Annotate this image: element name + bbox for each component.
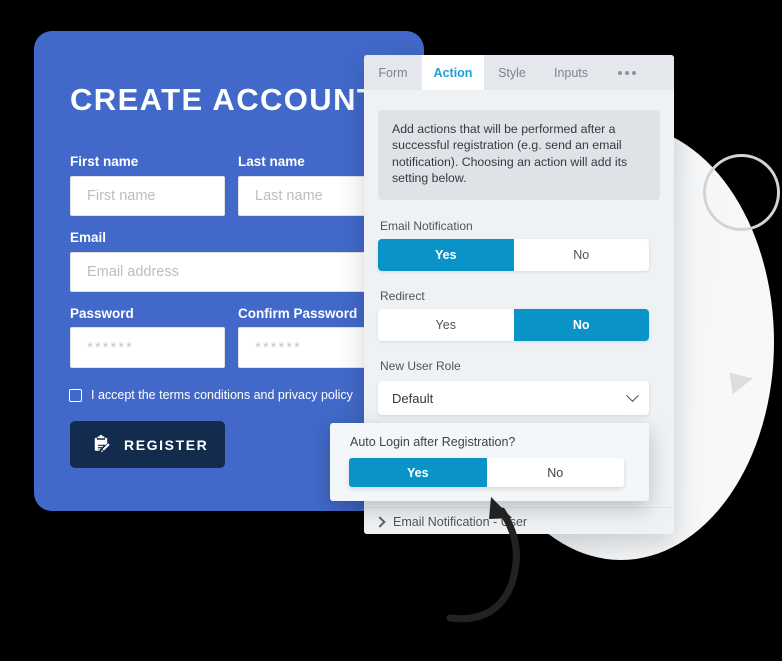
redirect-yes[interactable]: Yes: [378, 309, 514, 341]
email-input[interactable]: Email address: [70, 252, 393, 292]
auto-login-title: Auto Login after Registration?: [350, 435, 516, 449]
tab-style[interactable]: Style: [484, 55, 540, 90]
new-user-role-label: New User Role: [380, 359, 461, 373]
panel-tabbar: Form Action Style Inputs: [364, 55, 674, 90]
ellipsis-icon: [618, 70, 636, 75]
password-input[interactable]: ******: [70, 327, 225, 368]
screenshot-stage: CREATE ACCOUNT First name First name Las…: [0, 0, 782, 661]
register-button[interactable]: REGISTER: [70, 421, 225, 468]
page-title: CREATE ACCOUNT: [70, 82, 378, 117]
chevron-down-icon: [626, 388, 639, 402]
redirect-toggle[interactable]: Yes No: [378, 309, 649, 341]
auto-login-toggle[interactable]: Yes No: [349, 458, 624, 487]
auto-login-yes[interactable]: Yes: [349, 458, 487, 487]
email-notification-label: Email Notification: [380, 219, 473, 233]
panel-overflow-button[interactable]: [602, 55, 652, 90]
email-notification-no[interactable]: No: [514, 239, 650, 271]
checkbox-unchecked-icon[interactable]: [69, 388, 82, 402]
new-user-role-select[interactable]: Default: [378, 381, 649, 415]
first-name-label: First name: [70, 154, 139, 169]
tab-action[interactable]: Action: [422, 55, 484, 90]
email-notification-toggle[interactable]: Yes No: [378, 239, 649, 271]
password-label: Password: [70, 306, 134, 321]
auto-login-popup: Auto Login after Registration? Yes No: [330, 423, 649, 501]
accordion-label: Email Notification - User: [393, 514, 528, 529]
accordion-email-notification-user[interactable]: Email Notification - User: [364, 507, 674, 534]
confirm-password-label: Confirm Password: [238, 306, 358, 321]
redirect-label: Redirect: [380, 289, 425, 303]
triangle-marker-shape: [729, 369, 755, 395]
terms-row[interactable]: I accept the terms conditions and privac…: [69, 388, 353, 402]
clipboard-pencil-icon: [90, 434, 112, 456]
terms-label: I accept the terms conditions and privac…: [91, 388, 353, 402]
last-name-label: Last name: [238, 154, 305, 169]
new-user-role-value: Default: [392, 390, 434, 406]
tab-form[interactable]: Form: [364, 55, 422, 90]
auto-login-no[interactable]: No: [487, 458, 625, 487]
email-label: Email: [70, 230, 107, 245]
email-notification-yes[interactable]: Yes: [378, 239, 514, 271]
outline-circle-shape: [703, 154, 780, 231]
action-help-text: Add actions that will be performed after…: [378, 110, 660, 200]
tab-inputs[interactable]: Inputs: [540, 55, 602, 90]
first-name-input[interactable]: First name: [70, 176, 225, 216]
register-button-label: REGISTER: [124, 436, 209, 453]
chevron-right-icon: [374, 515, 386, 528]
redirect-no[interactable]: No: [513, 309, 649, 341]
